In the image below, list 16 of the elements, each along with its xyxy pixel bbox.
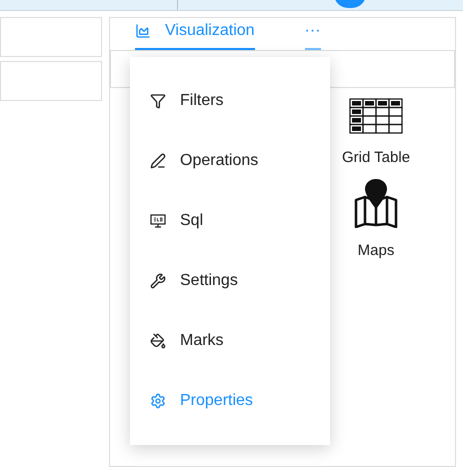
visual-label: Maps — [358, 240, 394, 260]
visual-label: Grid Table — [342, 148, 410, 168]
pen-icon — [150, 153, 166, 169]
menu-item[interactable]: Marks — [130, 311, 330, 371]
wrench-icon — [150, 273, 166, 289]
grid-table-icon[interactable] — [349, 98, 403, 135]
menu-item[interactable]: Sql — [130, 191, 330, 251]
map-pin-icon[interactable] — [353, 178, 399, 228]
paint-bucket-icon — [150, 333, 166, 349]
menu-item[interactable]: Operations — [130, 131, 330, 191]
filter-icon — [150, 93, 166, 109]
settings-icon — [150, 393, 166, 409]
monitor-icon — [150, 213, 166, 229]
area-chart-icon — [135, 23, 151, 39]
menu-item[interactable]: Filters — [130, 71, 330, 131]
menu-item[interactable]: Settings — [130, 251, 330, 311]
